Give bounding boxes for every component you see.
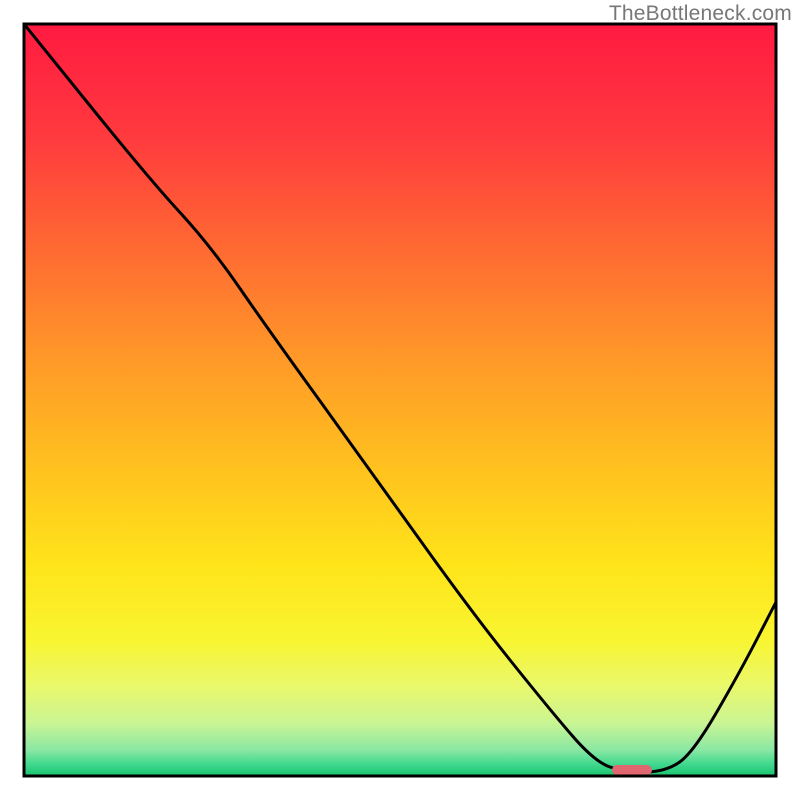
optimum-marker	[612, 765, 652, 775]
chart-container: TheBottleneck.com	[0, 0, 800, 800]
bottleneck-chart	[0, 0, 800, 800]
gradient-background	[24, 24, 776, 776]
watermark-text: TheBottleneck.com	[609, 2, 792, 26]
